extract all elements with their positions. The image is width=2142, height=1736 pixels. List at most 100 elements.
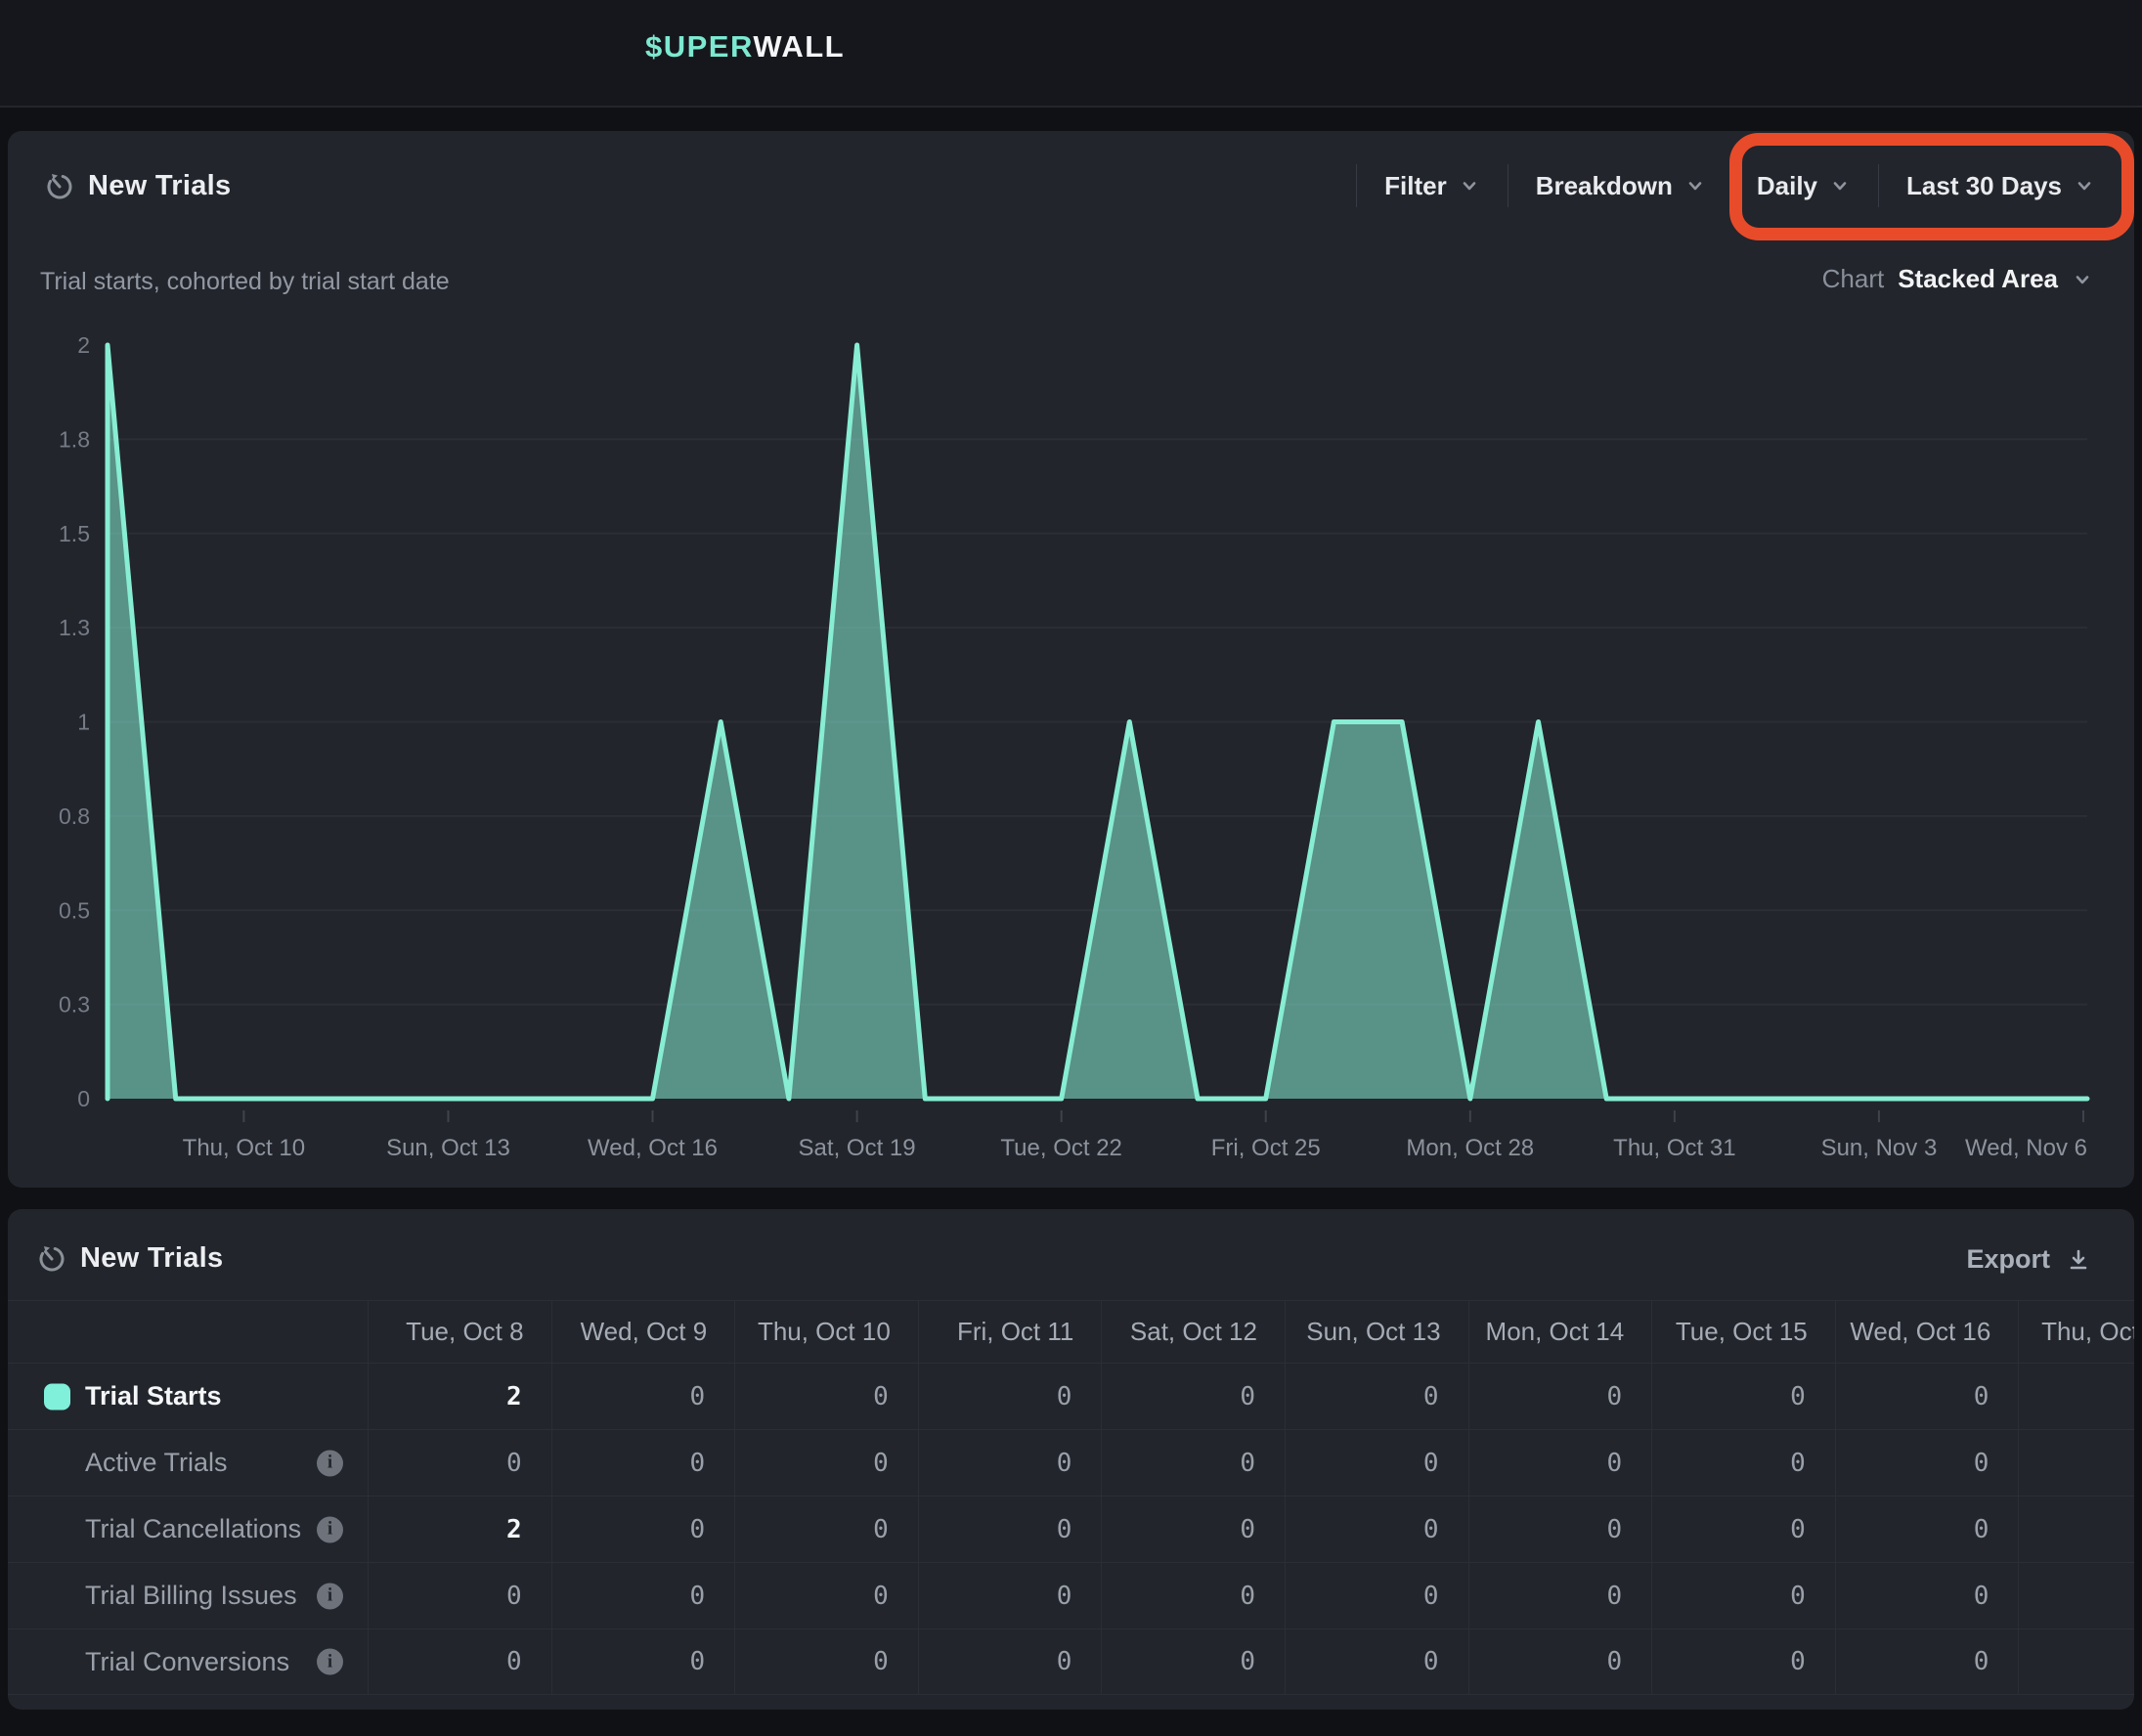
table-cell: 0	[1469, 1429, 1653, 1496]
table-cell: 0	[1469, 1496, 1653, 1562]
column-header: Sat, Oct 12	[1102, 1300, 1286, 1363]
table-cell: 0	[1652, 1363, 1836, 1429]
row-label: Trial Cancellations	[85, 1514, 301, 1544]
table-cell: 0	[1652, 1496, 1836, 1562]
table-cell: 0	[369, 1628, 552, 1695]
y-tick-label: 2	[77, 332, 90, 358]
table-cell: 0	[552, 1496, 736, 1562]
table-cell: 0	[1836, 1429, 2020, 1496]
table-cell: 0	[552, 1562, 736, 1628]
y-tick-label: 1.3	[59, 615, 90, 640]
timer-icon	[36, 1242, 67, 1274]
table-cell	[2019, 1562, 2134, 1628]
table-cell: 0	[1286, 1496, 1469, 1562]
table-cell	[2019, 1363, 2134, 1429]
row-label-cell: Trial Starts	[8, 1363, 369, 1429]
x-tick-label: Tue, Oct 22	[1000, 1135, 1122, 1161]
info-icon[interactable]: i	[317, 1516, 343, 1542]
table-cell: 0	[1836, 1363, 2020, 1429]
superwall-logo: $UPERWALL	[645, 29, 845, 65]
table-corner-cell	[8, 1300, 369, 1363]
table-cell: 0	[919, 1496, 1103, 1562]
trials-table: Tue, Oct 8Wed, Oct 9Thu, Oct 10Fri, Oct …	[8, 1300, 2134, 1695]
column-header: Wed, Oct 16	[1836, 1300, 2020, 1363]
export-label: Export	[1966, 1244, 2050, 1275]
row-label: Trial Billing Issues	[85, 1581, 297, 1611]
y-tick-label: 0.8	[59, 803, 90, 829]
table-cell: 0	[1836, 1496, 2020, 1562]
x-tick-label: Wed, Nov 6	[1965, 1135, 2087, 1161]
table-cell: 0	[1469, 1628, 1653, 1695]
row-label-cell: Active Trials i	[8, 1429, 369, 1496]
table-cell: 0	[1102, 1628, 1286, 1695]
y-tick-label: 0.5	[59, 897, 90, 923]
new-trials-table-panel: New Trials Export Tue, Oct 8Wed, Oct 9Th…	[8, 1209, 2134, 1710]
table-cell	[2019, 1429, 2134, 1496]
table-cell: 0	[919, 1562, 1103, 1628]
table-panel-title: New Trials	[80, 1242, 223, 1275]
y-tick-label: 1.8	[59, 426, 90, 452]
table-cell: 0	[1469, 1562, 1653, 1628]
column-header: Mon, Oct 14	[1469, 1300, 1653, 1363]
column-header: Sun, Oct 13	[1286, 1300, 1469, 1363]
row-label: Trial Starts	[85, 1381, 222, 1411]
info-icon[interactable]: i	[317, 1583, 343, 1609]
logo-teal-part: $UPER	[645, 29, 753, 64]
x-tick-label: Thu, Oct 31	[1613, 1135, 1735, 1161]
x-tick-label: Sun, Oct 13	[386, 1135, 510, 1161]
y-tick-label: 1.5	[59, 521, 90, 546]
info-icon[interactable]: i	[317, 1649, 343, 1675]
table-cell: 0	[1286, 1628, 1469, 1695]
x-tick-label: Wed, Oct 16	[588, 1135, 718, 1161]
table-cell: 2	[369, 1496, 552, 1562]
table-cell: 2	[369, 1363, 552, 1429]
x-tick-label: Mon, Oct 28	[1406, 1135, 1534, 1161]
table-cell: 0	[735, 1363, 919, 1429]
row-label: Active Trials	[85, 1448, 228, 1478]
series-color-swatch	[44, 1383, 70, 1410]
export-button[interactable]: Export	[1966, 1244, 2091, 1275]
logo-white-part: WALL	[753, 29, 845, 64]
table-cell: 0	[1652, 1562, 1836, 1628]
y-tick-label: 1	[77, 710, 90, 735]
table-cell: 0	[1652, 1628, 1836, 1695]
x-tick-label: Sun, Nov 3	[1821, 1135, 1938, 1161]
column-header: Wed, Oct 9	[552, 1300, 736, 1363]
column-header: Tue, Oct 8	[369, 1300, 552, 1363]
table-cell: 0	[1102, 1429, 1286, 1496]
table-cell: 0	[1836, 1562, 2020, 1628]
table-cell: 0	[735, 1562, 919, 1628]
table-cell: 0	[919, 1429, 1103, 1496]
stacked-area-chart: 21.81.51.310.80.50.30Thu, Oct 10Sun, Oct…	[8, 131, 2134, 1188]
table-cell: 0	[369, 1562, 552, 1628]
table-cell: 0	[1102, 1363, 1286, 1429]
table-cell: 0	[1286, 1429, 1469, 1496]
table-cell: 0	[552, 1628, 736, 1695]
top-bar: $UPERWALL	[0, 0, 2142, 108]
table-cell: 0	[1469, 1363, 1653, 1429]
table-cell: 0	[552, 1363, 736, 1429]
table-cell: 0	[735, 1628, 919, 1695]
column-header: Tue, Oct 15	[1652, 1300, 1836, 1363]
table-cell: 0	[1652, 1429, 1836, 1496]
row-label-cell: Trial Conversions i	[8, 1628, 369, 1695]
new-trials-chart-panel: New Trials Filter Breakdown Daily	[8, 131, 2134, 1188]
column-header: Fri, Oct 11	[919, 1300, 1103, 1363]
table-cell: 0	[1286, 1562, 1469, 1628]
row-label: Trial Conversions	[85, 1647, 289, 1677]
y-tick-label: 0.3	[59, 992, 90, 1018]
row-label-cell: Trial Billing Issues i	[8, 1562, 369, 1628]
table-cell	[2019, 1496, 2134, 1562]
table-cell: 0	[1102, 1562, 1286, 1628]
x-tick-label: Fri, Oct 25	[1211, 1135, 1321, 1161]
table-cell: 0	[1286, 1363, 1469, 1429]
table-panel-header: New Trials Export	[8, 1209, 2134, 1297]
table-cell: 0	[919, 1628, 1103, 1695]
download-icon	[2066, 1247, 2091, 1273]
table-cell: 0	[735, 1429, 919, 1496]
page: $UPERWALL New Trials Filter	[0, 0, 2142, 1736]
y-tick-label: 0	[77, 1086, 90, 1111]
table-cell: 0	[1102, 1496, 1286, 1562]
x-tick-label: Sat, Oct 19	[799, 1135, 916, 1161]
info-icon[interactable]: i	[317, 1450, 343, 1476]
